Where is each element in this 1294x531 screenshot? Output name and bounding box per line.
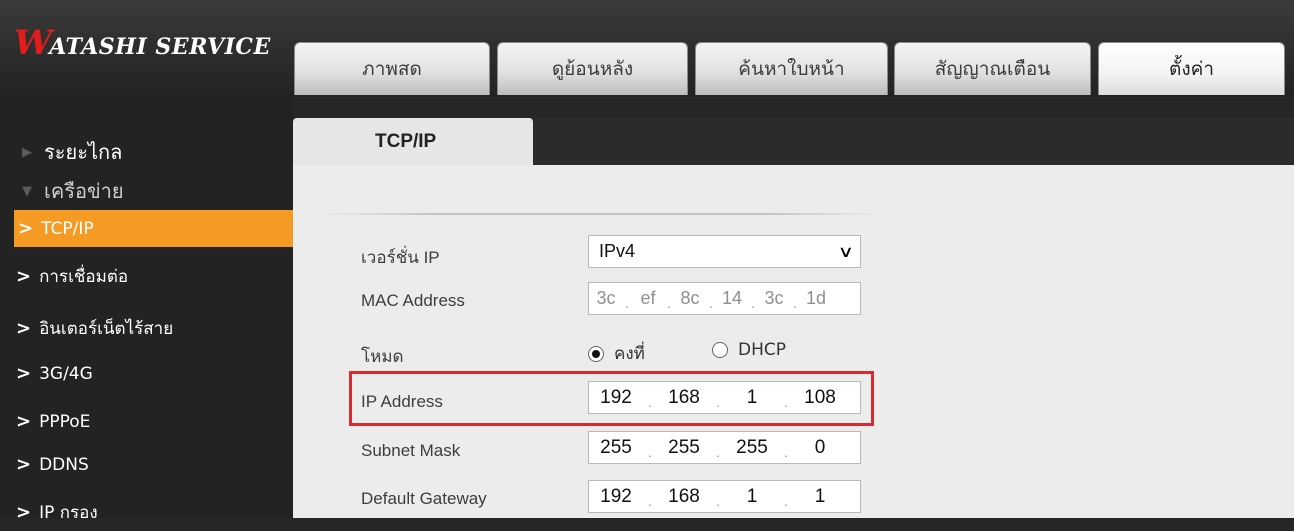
gateway-octet-input[interactable]: 1 xyxy=(725,486,779,508)
ip-version-value: IPv4 xyxy=(599,241,636,261)
chevron-right-icon: > xyxy=(16,454,32,475)
radio-label: DHCP xyxy=(738,340,786,360)
subnet-octet-input[interactable]: 255 xyxy=(657,437,711,459)
sidebar-item-tcpip[interactable]: > TCP/IP xyxy=(14,210,293,247)
chevron-right-icon: > xyxy=(16,318,32,339)
sidebar-section-network[interactable]: ▼ เครือข่าย xyxy=(22,175,124,207)
default-gateway-field[interactable]: 192. 168. 1. 1 xyxy=(588,480,861,513)
radio-unchecked-icon xyxy=(712,342,728,358)
sidebar-item-label: PPPoE xyxy=(39,411,91,432)
chevron-right-icon: > xyxy=(16,363,32,384)
chevron-right-icon: > xyxy=(18,218,34,239)
tab-alarm[interactable]: สัญญาณเตือน xyxy=(894,42,1091,95)
mode-label: โหมด xyxy=(361,347,404,366)
separator-dot: . xyxy=(625,294,629,311)
separator-dot: . xyxy=(716,443,720,460)
mode-static-radio[interactable]: คงที่ xyxy=(588,340,645,367)
chevron-down-icon: ∨ xyxy=(837,243,855,261)
tab-face-search[interactable]: ค้นหาใบหน้า xyxy=(695,42,888,95)
separator-dot: . xyxy=(784,492,788,509)
mac-octet: 1d xyxy=(805,288,827,308)
sidebar-item-ddns[interactable]: > DDNS xyxy=(0,446,293,483)
mode-dhcp-radio[interactable]: DHCP xyxy=(712,340,786,360)
sidebar-item-label: TCP/IP xyxy=(41,218,94,239)
tab-playback[interactable]: ดูย้อนหลัง xyxy=(497,42,688,95)
ip-version-select[interactable]: IPv4 ∨ xyxy=(588,235,861,268)
sidebar-section-remote[interactable]: ▶ ระยะไกล xyxy=(22,136,122,168)
separator-dot: . xyxy=(716,492,720,509)
sidebar-item-label: DDNS xyxy=(39,454,89,475)
sidebar-item-label: IP กรอง xyxy=(39,503,98,523)
ip-version-label: เวอร์ชั่น IP xyxy=(361,248,440,267)
mac-octet: ef xyxy=(640,288,656,308)
gateway-octet-input[interactable]: 1 xyxy=(793,486,847,508)
sidebar-section-label: เครือข่าย xyxy=(44,179,124,203)
separator-dot: . xyxy=(648,443,652,460)
subnet-mask-field[interactable]: 255. 255. 255. 0 xyxy=(588,431,861,464)
page-tab-bar: TCP/IP xyxy=(293,118,1294,165)
separator-dot: . xyxy=(709,294,713,311)
mac-octet: 3c xyxy=(596,288,616,308)
radio-checked-icon xyxy=(588,345,604,362)
gateway-octet-input[interactable]: 168 xyxy=(657,486,711,508)
sidebar-item-connection[interactable]: > การเชื่อมต่อ xyxy=(0,258,293,295)
mode-radio-group: คงที่ DHCP xyxy=(588,340,868,366)
separator-dot: . xyxy=(784,443,788,460)
separator-dot: . xyxy=(793,294,797,311)
logo-text: ATASHI SERVICE xyxy=(49,34,271,60)
logo: W ATASHI SERVICE xyxy=(14,26,271,66)
mac-octet: 14 xyxy=(721,288,743,308)
section-divider xyxy=(321,213,881,215)
separator-dot: . xyxy=(648,492,652,509)
separator-dot: . xyxy=(667,294,671,311)
subnet-octet-input[interactable]: 255 xyxy=(725,437,779,459)
gateway-octet-input[interactable]: 192 xyxy=(589,486,643,508)
subnet-mask-label: Subnet Mask xyxy=(361,441,461,460)
expanded-triangle-icon: ▼ xyxy=(22,183,32,199)
mac-octet: 3c xyxy=(764,288,784,308)
chevron-right-icon: > xyxy=(16,266,32,287)
separator-dot: . xyxy=(751,294,755,311)
radio-label: คงที่ xyxy=(614,344,645,364)
tab-settings[interactable]: ตั้งค่า xyxy=(1098,42,1285,95)
mac-octet: 8c xyxy=(680,288,700,308)
sidebar-item-label: อินเตอร์เน็ตไร้สาย xyxy=(39,319,174,339)
sidebar-item-label: การเชื่อมต่อ xyxy=(39,267,129,287)
settings-panel: TCP/IP เวอร์ชั่น IP IPv4 ∨ MAC Address 3… xyxy=(293,118,1294,518)
mac-address-label: MAC Address xyxy=(361,291,465,310)
default-gateway-label: Default Gateway xyxy=(361,489,487,508)
subnet-octet-input[interactable]: 0 xyxy=(793,437,847,459)
chevron-right-icon: > xyxy=(16,411,32,432)
chevron-right-icon: > xyxy=(16,502,32,523)
sidebar-item-wifi[interactable]: > อินเตอร์เน็ตไร้สาย xyxy=(0,310,293,347)
sidebar-item-3g4g[interactable]: > 3G/4G xyxy=(0,355,293,392)
collapsed-triangle-icon: ▶ xyxy=(22,144,32,160)
sidebar-item-label: 3G/4G xyxy=(39,363,93,384)
mac-address-field: 3c. ef. 8c. 14. 3c. 1d xyxy=(588,282,861,315)
sidebar-item-pppoe[interactable]: > PPPoE xyxy=(0,403,293,440)
top-header: W ATASHI SERVICE ภาพสด ดูย้อนหลัง ค้นหาใ… xyxy=(0,0,1294,97)
logo-mark: W xyxy=(14,23,52,63)
ip-address-highlight-box xyxy=(349,371,874,426)
sidebar-item-ip-filter[interactable]: > IP กรอง xyxy=(0,494,293,531)
tab-live[interactable]: ภาพสด xyxy=(294,42,490,95)
sidebar-section-label: ระยะไกล xyxy=(44,140,123,164)
page-title-tab[interactable]: TCP/IP xyxy=(293,118,533,165)
subnet-octet-input[interactable]: 255 xyxy=(589,437,643,459)
